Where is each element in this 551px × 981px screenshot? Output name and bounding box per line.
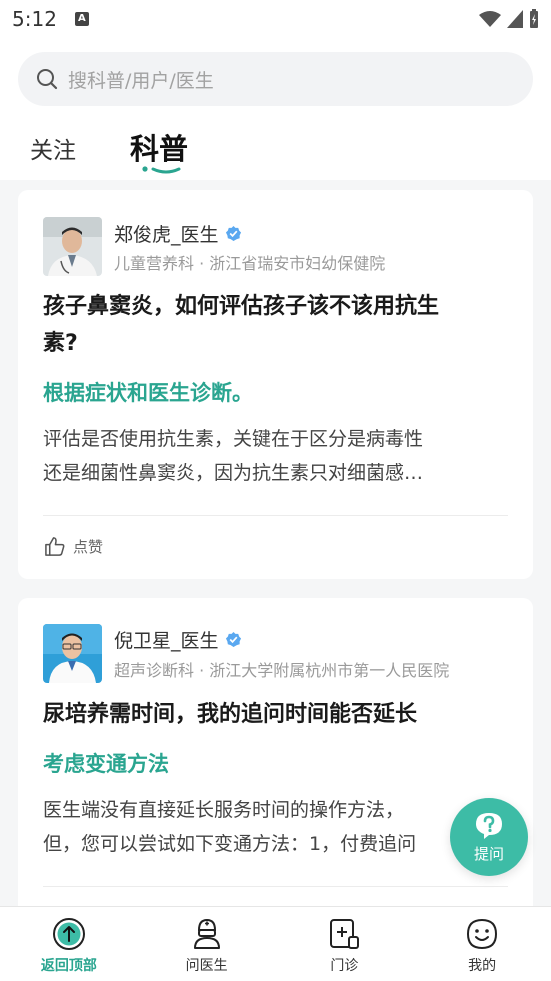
- search-placeholder: 搜科普/用户/医生: [68, 69, 214, 92]
- doctor-meta: 超声诊断科 · 浙江大学附属杭州市第一人民医院: [114, 661, 450, 680]
- nav-label: 问医生: [185, 958, 228, 974]
- answer-excerpt: 医生端没有直接延长服务时间的操作方法， 但，您可以尝试如下变通方法：1，付费追问: [43, 793, 505, 861]
- answer-summary: 根据症状和医生诊断。: [43, 381, 253, 405]
- question-bubble-icon: [476, 812, 502, 839]
- tab-science[interactable]: 科普: [130, 126, 188, 168]
- battery-icon: [530, 9, 538, 28]
- tab-active-indicator: [142, 166, 181, 174]
- smiley-icon: [467, 918, 498, 950]
- status-bar: 5:12 A: [0, 0, 551, 38]
- status-time: 5:12: [12, 7, 57, 31]
- question-title-line: 尿培养需时间，我的追问时间能否延长: [43, 702, 418, 727]
- answer-summary: 考虑变通方法: [43, 752, 169, 776]
- doctor-meta: 儿童营养科 · 浙江省瑞安市妇幼保健院: [114, 254, 386, 273]
- question-title-line: 素?: [43, 331, 78, 356]
- nav-label: 门诊: [330, 958, 359, 974]
- signal-icon: [507, 10, 523, 28]
- question-title[interactable]: 孩子鼻窦炎，如何评估孩子该不该用抗生 素?: [43, 288, 513, 362]
- answer-excerpt: 评估是否使用抗生素，关键在于区分是病毒性 还是细菌性鼻窦炎，因为抗生素只对细菌感…: [43, 422, 505, 490]
- nav-label: 我的: [468, 958, 497, 974]
- notification-icon: A: [74, 12, 89, 26]
- header: 搜科普/用户/医生 关注 科普: [0, 38, 551, 180]
- thumbs-up-icon: [45, 537, 65, 556]
- nav-back-to-top[interactable]: 返回顶部: [0, 907, 138, 981]
- divider: [43, 886, 508, 887]
- doctor-icon: [193, 918, 220, 949]
- arrow-up-circle-icon: [52, 918, 85, 950]
- article-card[interactable]: 倪卫星_医生 超声诊断科 · 浙江大学附属杭州市第一人民医院 尿培养需时间，我的…: [18, 598, 533, 918]
- ask-question-button[interactable]: 提问: [450, 798, 528, 876]
- doctor-name[interactable]: 郑俊虎_医生: [114, 220, 242, 247]
- doctor-name[interactable]: 倪卫星_医生: [114, 626, 242, 653]
- ask-question-label: 提问: [473, 844, 504, 863]
- excerpt-line: 还是细菌性鼻窦炎，因为抗生素只对细菌感…: [43, 462, 424, 484]
- excerpt-line: 评估是否使用抗生素，关键在于区分是病毒性: [43, 428, 424, 450]
- doctor-name-text: 郑俊虎_医生: [114, 224, 219, 246]
- excerpt-line: 医生端没有直接延长服务时间的操作方法，: [43, 799, 405, 821]
- clinic-icon: [330, 919, 360, 949]
- doctor-avatar[interactable]: [43, 217, 102, 276]
- verified-icon: [225, 631, 241, 648]
- wifi-icon: [479, 11, 501, 27]
- tab-follow[interactable]: 关注: [30, 131, 76, 165]
- excerpt-line: 但，您可以尝试如下变通方法：1，付费追问: [43, 833, 417, 855]
- question-title-line: 孩子鼻窦炎，如何评估孩子该不该用抗生: [43, 294, 440, 319]
- search-icon: [37, 69, 58, 90]
- like-label: 点赞: [73, 538, 104, 556]
- nav-ask-doctor[interactable]: 问医生: [138, 907, 276, 981]
- like-button[interactable]: 点赞: [44, 536, 103, 557]
- nav-label: 返回顶部: [40, 958, 97, 974]
- divider: [43, 515, 508, 516]
- doctor-name-text: 倪卫星_医生: [114, 630, 219, 652]
- search-input[interactable]: 搜科普/用户/医生: [18, 52, 533, 106]
- nav-mine[interactable]: 我的: [413, 907, 551, 981]
- verified-icon: [225, 225, 241, 242]
- question-title[interactable]: 尿培养需时间，我的追问时间能否延长: [43, 696, 513, 733]
- bottom-nav: 返回顶部 问医生 门诊 我的: [0, 906, 551, 981]
- doctor-avatar[interactable]: [43, 624, 102, 683]
- article-card[interactable]: 郑俊虎_医生 儿童营养科 · 浙江省瑞安市妇幼保健院 孩子鼻窦炎，如何评估孩子该…: [18, 190, 533, 579]
- nav-clinic[interactable]: 门诊: [276, 907, 414, 981]
